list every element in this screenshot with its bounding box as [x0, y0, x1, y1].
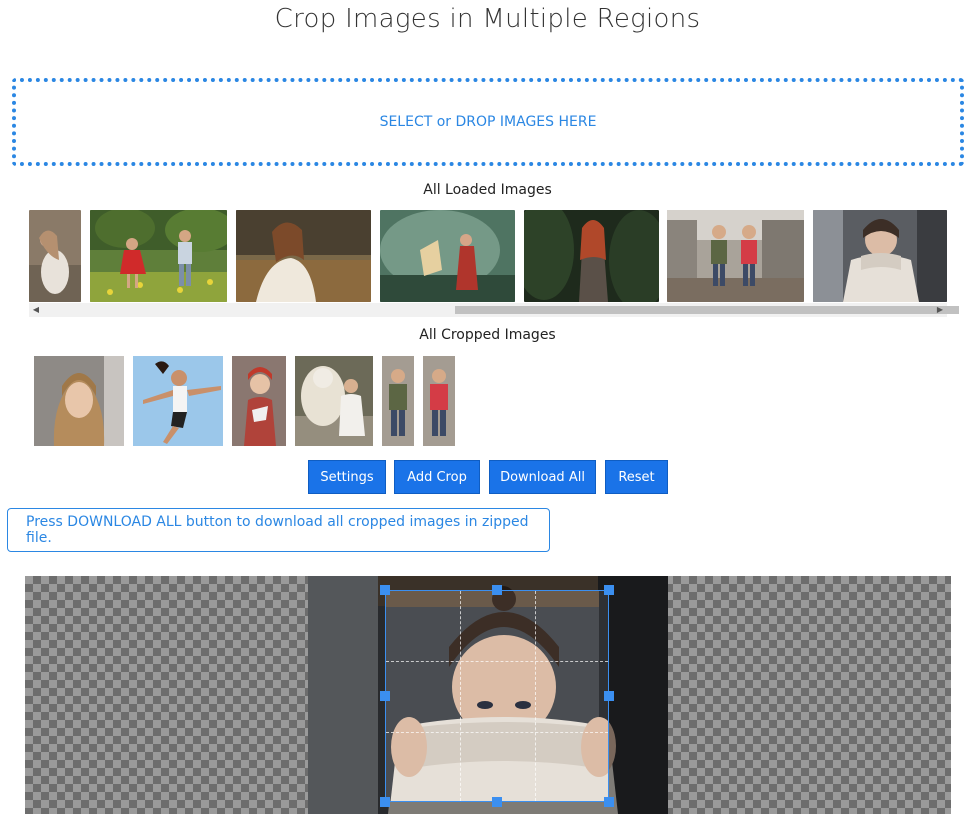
- loaded-images-strip[interactable]: [29, 210, 947, 305]
- cropped-image-thumb[interactable]: [382, 356, 414, 446]
- cropped-image-thumb[interactable]: [423, 356, 455, 446]
- loaded-image-thumb[interactable]: [667, 210, 804, 302]
- loaded-image-thumb[interactable]: [90, 210, 227, 302]
- crop-guide-line: [386, 661, 608, 662]
- crop-handle-nw[interactable]: [380, 585, 390, 595]
- crop-canvas[interactable]: [25, 576, 951, 814]
- cropped-image-thumb[interactable]: [295, 356, 373, 446]
- loaded-images-scrollbar[interactable]: ◀ ▶: [29, 303, 959, 317]
- cropped-image-thumb[interactable]: [34, 356, 124, 446]
- scroll-right-icon[interactable]: ▶: [933, 303, 947, 317]
- download-notice-text: Press DOWNLOAD ALL button to download al…: [26, 514, 529, 546]
- crop-handle-s[interactable]: [492, 797, 502, 807]
- reset-button[interactable]: Reset: [605, 460, 668, 494]
- crop-handle-se[interactable]: [604, 797, 614, 807]
- crop-guide-line: [535, 591, 536, 801]
- cropped-image-thumb[interactable]: [133, 356, 223, 446]
- loaded-image-thumb[interactable]: [524, 210, 659, 302]
- crop-selection-box[interactable]: [385, 590, 609, 802]
- scrollbar-thumb[interactable]: [455, 306, 959, 314]
- crop-handle-w[interactable]: [380, 691, 390, 701]
- crop-handle-sw[interactable]: [380, 797, 390, 807]
- loaded-image-thumb[interactable]: [236, 210, 371, 302]
- loaded-image-thumb[interactable]: [29, 210, 81, 302]
- download-all-button[interactable]: Download All: [489, 460, 596, 494]
- image-dropzone[interactable]: SELECT or DROP IMAGES HERE: [12, 78, 964, 166]
- scroll-left-icon[interactable]: ◀: [29, 303, 43, 317]
- crop-guide-line: [460, 591, 461, 801]
- crop-handle-e[interactable]: [604, 691, 614, 701]
- crop-selection-preview: [386, 591, 608, 801]
- settings-button[interactable]: Settings: [308, 460, 386, 494]
- crop-handle-n[interactable]: [492, 585, 502, 595]
- loaded-image-thumb[interactable]: [813, 210, 947, 302]
- add-crop-button[interactable]: Add Crop: [394, 460, 480, 494]
- cropped-images-heading: All Cropped Images: [419, 327, 556, 343]
- download-notice: Press DOWNLOAD ALL button to download al…: [7, 508, 550, 552]
- cropped-image-thumb[interactable]: [232, 356, 286, 446]
- page-title: Crop Images in Multiple Regions: [274, 4, 701, 34]
- loaded-image-thumb[interactable]: [380, 210, 515, 302]
- dropzone-label: SELECT or DROP IMAGES HERE: [379, 114, 597, 130]
- crop-handle-ne[interactable]: [604, 585, 614, 595]
- crop-guide-line: [386, 732, 608, 733]
- loaded-images-heading: All Loaded Images: [423, 182, 552, 198]
